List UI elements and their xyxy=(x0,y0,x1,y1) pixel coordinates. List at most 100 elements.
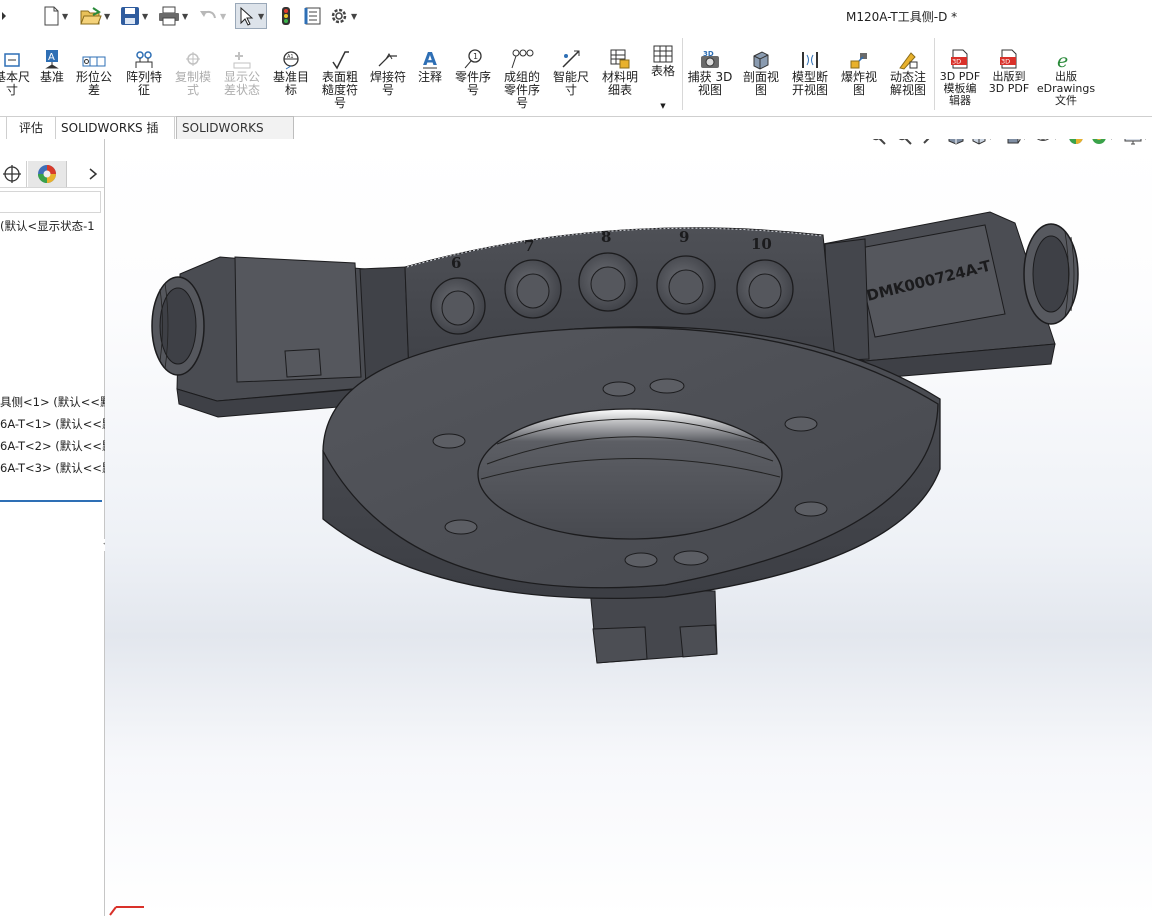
smart-dimension-icon xyxy=(562,50,580,68)
note-button[interactable]: A 注释 xyxy=(414,48,446,84)
smart-dimension-button[interactable]: 智能尺 寸 xyxy=(549,48,593,97)
tree-component-item[interactable]: 6A-T<3> (默认<<默 xyxy=(0,460,114,476)
capture-3d-view-button[interactable]: 3D 捕获 3D 视图 xyxy=(686,48,734,97)
table-icon xyxy=(653,45,673,63)
basic-dimension-button[interactable]: 基本尺 寸 xyxy=(0,48,32,97)
command-manager-ribbon: 基本尺 寸 A 基准 形位公 差 阵列特 征 复制模 式 显示公 差状态 A1 … xyxy=(0,34,1152,116)
exploded-view-button[interactable]: 爆炸视 图 xyxy=(837,48,881,97)
table-dropdown-arrow-icon[interactable]: ▼ xyxy=(646,100,680,113)
select-button[interactable]: ▼ xyxy=(235,3,268,29)
ribbon-item-label: 成组的 零件序 号 xyxy=(503,70,540,110)
undo-button[interactable]: ▼ xyxy=(198,5,226,27)
ribbon-item-label: 智能尺 寸 xyxy=(552,70,589,97)
save-button[interactable]: ▼ xyxy=(120,5,148,27)
save-icon xyxy=(121,7,139,25)
pattern-feature-icon xyxy=(135,51,153,68)
graphics-area[interactable]: ▼ ▼ ▼ ▼ ▼ xyxy=(105,139,1152,916)
ribbon-item-label: 爆炸视 图 xyxy=(840,70,877,97)
reference-triad-icon xyxy=(109,906,144,916)
tree-component-item[interactable]: 6A-T<1> (默认<<默 xyxy=(0,416,114,432)
publish-edrawings-button[interactable]: e 出版 eDrawings 文件 xyxy=(1036,48,1096,107)
svg-text:3D: 3D xyxy=(703,50,714,58)
properties-icon xyxy=(304,7,321,25)
bill-of-materials-button[interactable]: 材料明 细表 xyxy=(598,48,642,97)
show-tolerance-status-icon xyxy=(233,52,251,69)
options-button[interactable]: ▼ xyxy=(329,5,357,27)
open-folder-icon xyxy=(80,7,102,25)
ribbon-item-label: 基本尺 寸 xyxy=(0,70,30,97)
crosshair-target-icon xyxy=(3,165,21,183)
dynamic-annotation-view-button[interactable]: 动态注 解视图 xyxy=(886,48,930,97)
config-display-state[interactable]: (默认<显示状态-1 xyxy=(0,218,95,234)
datum-target-button[interactable]: A1 基准目 标 xyxy=(269,48,313,97)
ribbon-item-label: 3D PDF 模板编 辑器 xyxy=(939,70,981,107)
show-tolerance-status-button[interactable]: 显示公 差状态 xyxy=(220,48,264,97)
ribbon-item-label: 动态注 解视图 xyxy=(889,70,926,97)
ribbon-item-label: 出版 eDrawings 文件 xyxy=(1036,70,1096,107)
table-button[interactable]: 表格 ▼ xyxy=(646,42,680,113)
model-break-view-button[interactable]: 模型断 开视图 xyxy=(788,48,832,97)
tab-hidden[interactable] xyxy=(0,117,7,139)
expand-arrow-icon[interactable] xyxy=(0,5,8,27)
display-manager-tab[interactable] xyxy=(28,161,67,187)
rebuild-button[interactable] xyxy=(280,5,292,27)
copy-scheme-icon xyxy=(186,52,200,66)
open-document-button[interactable]: ▼ xyxy=(80,5,110,27)
ribbon-item-label: 捕获 3D 视图 xyxy=(687,70,733,97)
gear-icon xyxy=(331,8,347,24)
tree-component-item[interactable]: 具侧<1> (默认<<默 xyxy=(0,394,112,410)
bottom-connector-module[interactable] xyxy=(589,588,718,664)
print-icon xyxy=(159,6,179,26)
ribbon-separator xyxy=(934,38,935,110)
stacked-balloon-button[interactable]: 成组的 零件序 号 xyxy=(500,48,544,110)
copy-scheme-button[interactable]: 复制模 式 xyxy=(171,48,215,97)
cursor-arrow-icon xyxy=(240,6,254,26)
svg-text:A1: A1 xyxy=(287,54,294,60)
ribbon-separator xyxy=(682,38,683,110)
model-break-view-icon xyxy=(802,52,818,68)
tab-solidworks-mbd[interactable]: SOLIDWORKS MBD xyxy=(176,116,294,157)
balloon-icon: 1 xyxy=(464,49,482,69)
ribbon-item-label: 显示公 差状态 xyxy=(223,70,260,97)
document-title: M120A-T工具侧-D * xyxy=(846,10,958,24)
surface-finish-button[interactable]: 表面粗 糙度符 号 xyxy=(318,48,362,110)
central-bore[interactable] xyxy=(477,408,783,540)
3d-pdf-template-editor-icon: 3D xyxy=(951,49,968,69)
dynamic-annotation-view-icon xyxy=(899,52,918,70)
right-connector-module[interactable]: DMK000724A-T xyxy=(822,211,1079,380)
rollback-bar[interactable] xyxy=(0,500,102,502)
tree-component-item[interactable]: 6A-T<2> (默认<<默 xyxy=(0,438,114,454)
port-number: 6 xyxy=(451,254,461,272)
tab-solidworks-addins[interactable]: SOLIDWORKS 插件 xyxy=(56,117,175,157)
datum-button[interactable]: A 基准 xyxy=(36,48,68,84)
svg-text:3D: 3D xyxy=(952,58,961,66)
port-number: 10 xyxy=(751,235,772,253)
tab-evaluate[interactable]: 评估 xyxy=(7,117,56,139)
svg-text:3D: 3D xyxy=(1001,58,1010,66)
3d-pdf-template-editor-button[interactable]: 3D 3D PDF 模板编 辑器 xyxy=(938,48,982,107)
file-properties-button[interactable] xyxy=(304,5,322,27)
edrawings-icon: e xyxy=(1057,50,1068,70)
ribbon-item-label: 零件序 号 xyxy=(454,70,491,97)
section-view-button[interactable]: 剖面视 图 xyxy=(739,48,783,97)
surface-finish-icon xyxy=(332,51,349,70)
3d-model[interactable]: DMK000724A-T 6 7 8 9 10 xyxy=(105,139,1152,916)
dimxpert-manager-tab[interactable] xyxy=(0,161,27,187)
weld-symbol-button[interactable]: 焊接符 号 xyxy=(366,48,410,97)
datum-target-icon: A1 xyxy=(283,51,299,70)
print-button[interactable]: ▼ xyxy=(158,5,188,27)
ribbon-item-label: 基准目 标 xyxy=(272,70,309,97)
ribbon-item-label: 表格 xyxy=(650,64,675,78)
title-bar: ▼ ▼ ▼ ▼ ▼ ▼ ▼ M120A-T工具侧-D * xyxy=(0,0,1152,32)
ribbon-item-label: 材料明 细表 xyxy=(601,70,638,97)
balloon-button[interactable]: 1 零件序 号 xyxy=(451,48,495,97)
port-number: 8 xyxy=(601,228,611,246)
feature-tree-filter[interactable] xyxy=(0,191,101,213)
panel-more-chevron-icon[interactable] xyxy=(84,161,102,187)
geometric-tolerance-button[interactable]: 形位公 差 xyxy=(72,48,116,97)
basic-dimension-icon xyxy=(4,53,20,67)
new-document-button[interactable]: ▼ xyxy=(42,5,68,27)
capture-3d-view-icon: 3D xyxy=(701,50,719,68)
publish-3d-pdf-button[interactable]: 3D 出版到 3D PDF xyxy=(987,48,1031,95)
pattern-feature-button[interactable]: 阵列特 征 xyxy=(122,48,166,97)
